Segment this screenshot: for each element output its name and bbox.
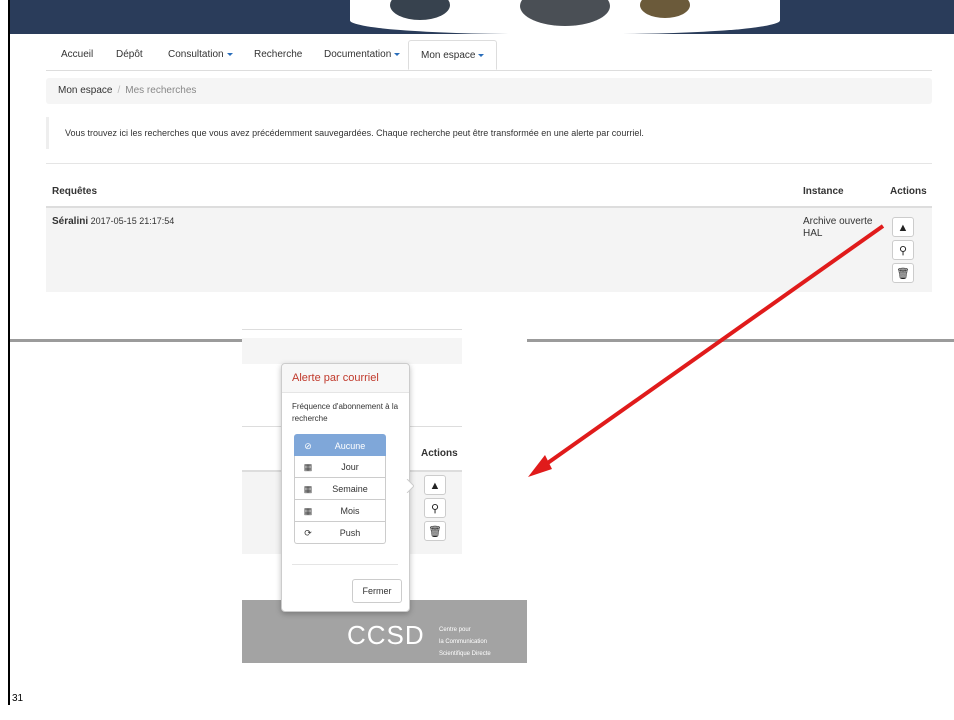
annotation-arrow — [528, 224, 885, 477]
slide-number: 31 — [12, 693, 24, 704]
